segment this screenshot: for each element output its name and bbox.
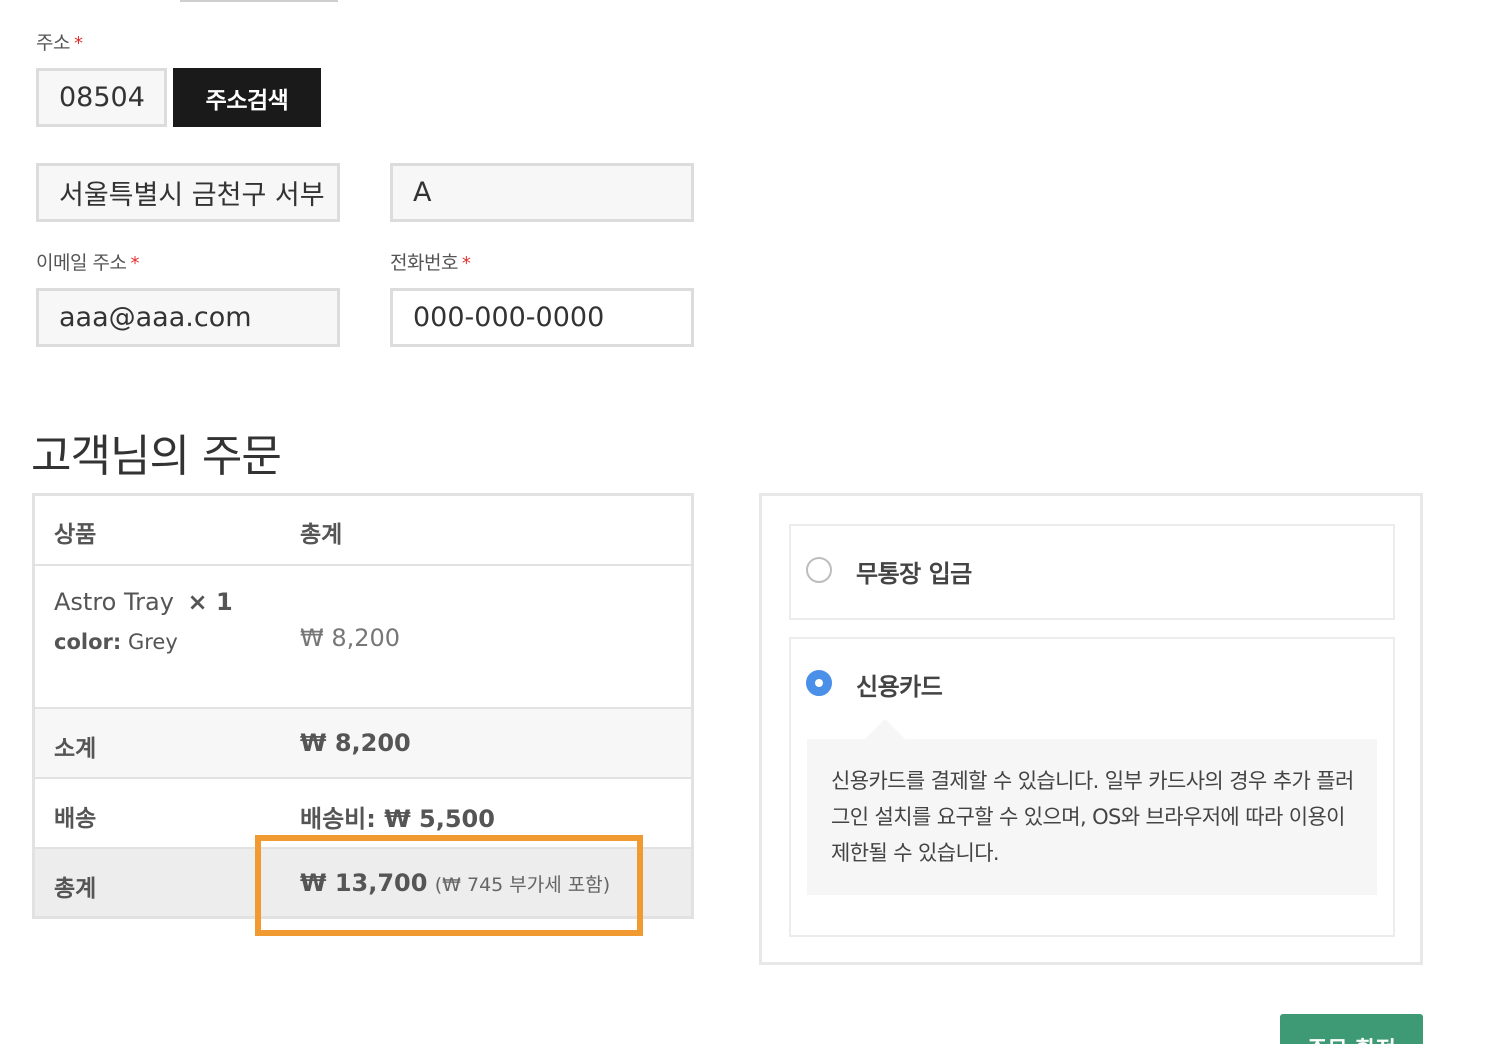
credit-card-description: 신용카드를 결제할 수 있습니다. 일부 카드사의 경우 추가 플러그인 설치를… [807, 739, 1377, 895]
address-line1-value: 서울특별시 금천구 서부 [59, 180, 325, 211]
subtotal-value: ₩ 8,200 [300, 729, 411, 757]
shipping-label: 배송 [54, 806, 97, 832]
total-label: 총계 [54, 876, 97, 902]
address-label-text: 주소 [36, 32, 70, 54]
table-row: Astro Tray × 1 color: Grey ₩ 8,200 [35, 566, 691, 709]
email-value: aaa@aaa.com [59, 302, 252, 333]
order-heading: 고객님의 주문 [31, 431, 282, 482]
payment-option-bank-transfer[interactable]: 무통장 입금 [789, 524, 1395, 620]
phone-value: 000-000-0000 [413, 302, 605, 333]
credit-card-label: 신용카드 [856, 673, 943, 701]
subtotal-row: 소계 ₩ 8,200 [35, 709, 691, 779]
email-field[interactable]: aaa@aaa.com [36, 288, 340, 347]
product-name: Astro Tray [54, 588, 174, 616]
column-header-total: 총계 [300, 522, 343, 548]
radio-bank-transfer[interactable] [806, 557, 832, 583]
item-total: ₩ 8,200 [300, 624, 401, 652]
address-line2-value: A [413, 177, 432, 208]
postcode-value: 08504 [59, 82, 145, 113]
subtotal-label: 소계 [54, 736, 97, 762]
address-search-button[interactable]: 주소검색 [173, 68, 321, 127]
variant-value: Grey [127, 630, 178, 654]
total-highlight-annotation [255, 835, 643, 936]
table-header-row: 상품 총계 [35, 496, 691, 566]
phone-field[interactable]: 000-000-0000 [390, 288, 694, 347]
email-label: 이메일 주소 * [36, 248, 139, 275]
phone-label: 전화번호 * [390, 248, 471, 275]
postcode-input[interactable]: 08504 [36, 68, 167, 127]
shipping-value: 배송비: ₩ 5,500 [300, 805, 495, 833]
product-quantity: × 1 [187, 588, 233, 616]
required-marker: * [461, 253, 471, 274]
address-line2-input[interactable]: A [390, 163, 694, 222]
place-order-button[interactable]: 주문 확정 [1280, 1014, 1423, 1044]
item-variant: color: Grey [54, 630, 178, 654]
item-name: Astro Tray × 1 [54, 588, 233, 616]
address-line1-input[interactable]: 서울특별시 금천구 서부 [36, 163, 340, 222]
phone-label-text: 전화번호 [390, 252, 458, 274]
description-pointer [865, 719, 905, 739]
bank-transfer-label: 무통장 입금 [856, 560, 972, 588]
email-label-text: 이메일 주소 [36, 252, 127, 274]
payment-option-credit-card[interactable]: 신용카드 신용카드를 결제할 수 있습니다. 일부 카드사의 경우 추가 플러그… [789, 637, 1395, 937]
variant-key: color: [54, 630, 122, 654]
payment-methods-panel: 무통장 입금 신용카드 신용카드를 결제할 수 있습니다. 일부 카드사의 경우… [759, 493, 1423, 965]
required-marker: * [130, 253, 139, 274]
column-header-product: 상품 [54, 522, 97, 548]
previous-field-underline [180, 0, 338, 2]
radio-credit-card[interactable] [806, 670, 832, 696]
address-label: 주소 * [36, 28, 83, 55]
required-marker: * [73, 33, 83, 54]
